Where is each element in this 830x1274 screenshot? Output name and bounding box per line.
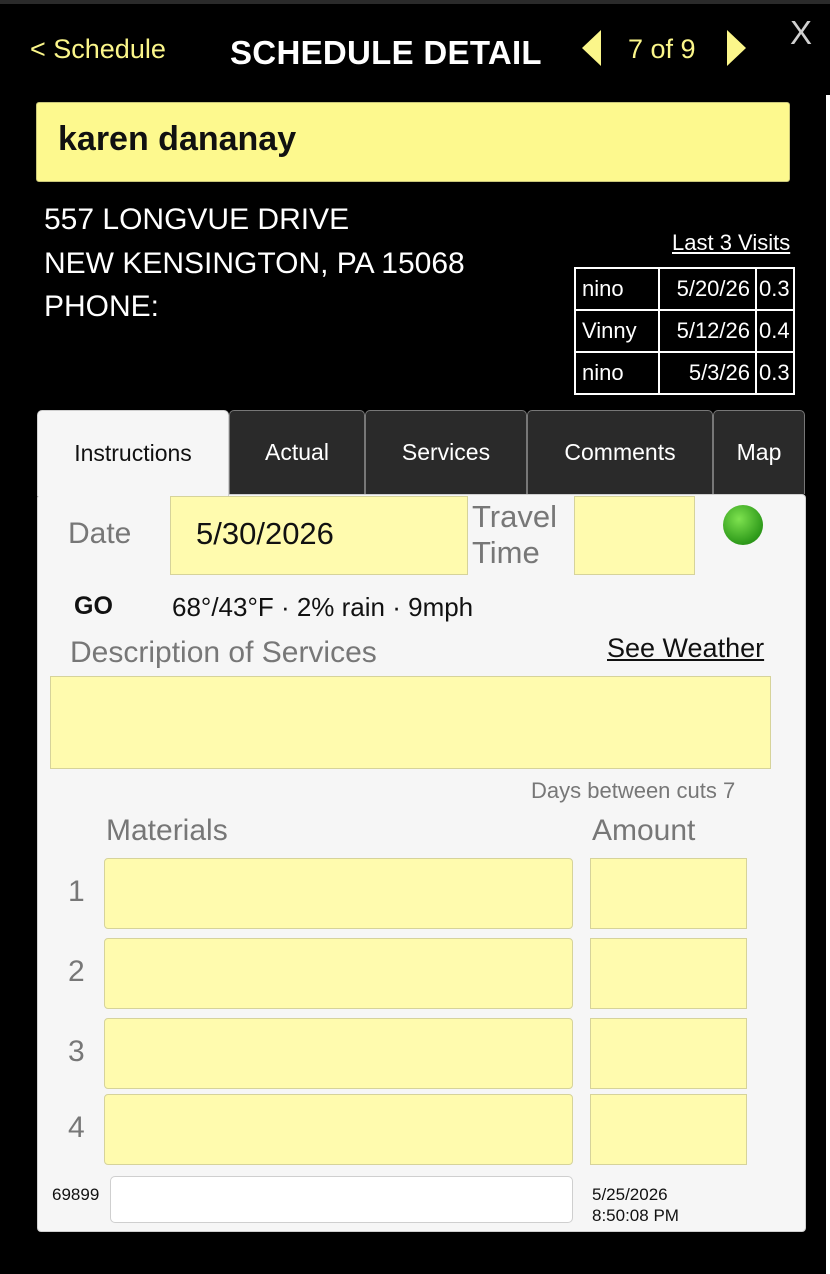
note-field[interactable] [110, 1176, 573, 1223]
record-code: 69899 [52, 1185, 100, 1204]
scrollbar-edge [826, 95, 830, 1274]
description-field[interactable] [50, 676, 771, 769]
material-row-number: 4 [68, 1111, 85, 1144]
top-border [0, 0, 830, 4]
go-label: GO [74, 592, 113, 620]
visit-hours: 0.3 [755, 351, 795, 395]
material-row-number: 3 [68, 1035, 85, 1068]
previous-arrow-icon[interactable] [582, 30, 601, 66]
back-to-schedule-link[interactable]: < Schedule [30, 34, 166, 65]
amount-label: Amount [592, 814, 696, 847]
date-label: Date [68, 517, 132, 550]
visit-row: nino 5/3/26 0.3 [574, 351, 795, 395]
visit-hours: 0.3 [755, 267, 795, 311]
visit-date: 5/3/26 [658, 351, 757, 395]
timestamp-time: 8:50:08 PM [592, 1206, 679, 1225]
visit-hours: 0.4 [755, 309, 795, 353]
see-weather-link[interactable]: See Weather [607, 633, 764, 664]
material-row-number: 1 [68, 875, 85, 908]
last-visits-table: nino 5/20/26 0.3 Vinny 5/12/26 0.4 nino … [574, 267, 795, 395]
tab-map[interactable]: Map [713, 410, 805, 494]
material-field[interactable] [104, 1094, 573, 1165]
customer-name: karen dananay [58, 120, 297, 158]
address-line-1: 557 LONGVUE DRIVE [44, 203, 350, 236]
material-field[interactable] [104, 1018, 573, 1089]
travel-time-label: Travel Time [472, 499, 557, 571]
visit-worker: Vinny [574, 309, 660, 353]
visit-date: 5/20/26 [658, 267, 757, 311]
material-row-number: 2 [68, 955, 85, 988]
travel-label-line2: Time [472, 535, 540, 570]
tab-services[interactable]: Services [365, 410, 527, 494]
material-field[interactable] [104, 938, 573, 1009]
visit-row: Vinny 5/12/26 0.4 [574, 309, 795, 353]
record-counter: 7 of 9 [628, 34, 696, 64]
travel-time-field[interactable] [574, 496, 695, 575]
material-field[interactable] [104, 858, 573, 929]
tab-instructions[interactable]: Instructions [37, 410, 229, 496]
amount-field[interactable] [590, 938, 747, 1009]
last-visits-link[interactable]: Last 3 Visits [672, 230, 790, 256]
amount-field[interactable] [590, 1094, 747, 1165]
visit-date: 5/12/26 [658, 309, 757, 353]
materials-label: Materials [106, 814, 228, 847]
tab-actual[interactable]: Actual [229, 410, 365, 494]
next-arrow-icon[interactable] [727, 30, 746, 66]
timestamp-date: 5/25/2026 [592, 1185, 668, 1204]
address-line-2: NEW KENSINGTON, PA 15068 [44, 247, 465, 280]
visit-worker: nino [574, 351, 660, 395]
date-value: 5/30/2026 [196, 516, 334, 551]
visit-row: nino 5/20/26 0.3 [574, 267, 795, 311]
days-between-cuts: Days between cuts 7 [531, 778, 736, 803]
close-button[interactable]: X [790, 14, 812, 52]
amount-field[interactable] [590, 1018, 747, 1089]
travel-label-line1: Travel [472, 499, 557, 534]
tab-comments[interactable]: Comments [527, 410, 713, 494]
last-modified-timestamp: 5/25/2026 8:50:08 PM [592, 1184, 679, 1226]
visit-worker: nino [574, 267, 660, 311]
weather-summary: 68°/43°F · 2% rain · 9mph [172, 592, 474, 622]
page-title: SCHEDULE DETAIL [230, 34, 542, 71]
description-label: Description of Services [70, 636, 377, 669]
amount-field[interactable] [590, 858, 747, 929]
status-indicator-icon [723, 505, 763, 545]
phone-label: PHONE: [44, 290, 160, 323]
